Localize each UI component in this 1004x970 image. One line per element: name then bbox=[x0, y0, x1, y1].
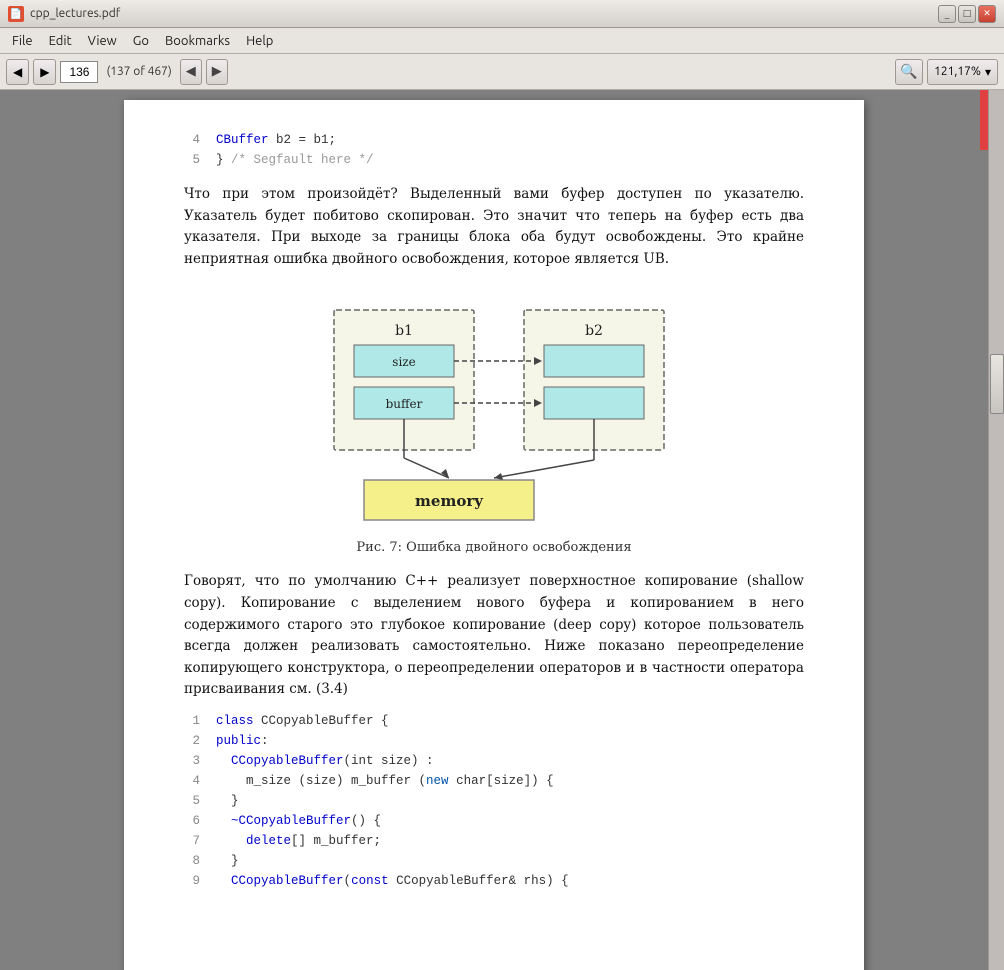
toolbar: ◀ ▶ (137 of 467) ◀ ▶ 🔍 121,17% ▾ bbox=[0, 54, 1004, 90]
menu-view[interactable]: View bbox=[80, 31, 125, 51]
svg-text:memory: memory bbox=[415, 492, 484, 510]
menu-go[interactable]: Go bbox=[125, 31, 157, 51]
app-icon: 📄 bbox=[8, 6, 24, 22]
scroll-thumb[interactable] bbox=[990, 354, 1004, 414]
back-button[interactable]: ◀ bbox=[6, 59, 29, 85]
maximize-button[interactable]: □ bbox=[958, 5, 976, 23]
code-line-b5: 5 } bbox=[184, 791, 804, 811]
menu-bookmarks[interactable]: Bookmarks bbox=[157, 31, 238, 51]
code-line-b3: 3 CCopyableBuffer(int size) : bbox=[184, 751, 804, 771]
scroll-accent bbox=[980, 90, 988, 150]
zoom-control[interactable]: 121,17% ▾ bbox=[927, 59, 998, 85]
svg-text:b2: b2 bbox=[585, 323, 603, 339]
window-title: cpp_lectures.pdf bbox=[30, 7, 938, 20]
svg-text:buffer: buffer bbox=[386, 397, 423, 411]
code-line-b2: 2 public: bbox=[184, 731, 804, 751]
window-controls: _ □ ✕ bbox=[938, 5, 996, 23]
code-line-b4: 4 m_size (size) m_buffer (new char[size]… bbox=[184, 771, 804, 791]
minimize-button[interactable]: _ bbox=[938, 5, 956, 23]
page-document: 4 CBuffer b2 = b1; 5 } /* Segfault here … bbox=[124, 100, 864, 970]
search-button[interactable]: 🔍 bbox=[895, 59, 923, 85]
page-number-input[interactable] bbox=[60, 61, 98, 83]
svg-text:b1: b1 bbox=[395, 323, 413, 339]
diagram-svg: b1 size buffer b2 bbox=[294, 290, 694, 530]
menu-edit[interactable]: Edit bbox=[41, 31, 80, 51]
menu-help[interactable]: Help bbox=[238, 31, 281, 51]
zoom-chevron-icon: ▾ bbox=[985, 65, 991, 79]
paragraph-2: Говорят, что по умолчанию C++ реализует … bbox=[184, 571, 804, 701]
menubar: File Edit View Go Bookmarks Help bbox=[0, 28, 1004, 54]
figure-caption: Рис. 7: Ошибка двойного освобождения bbox=[184, 540, 804, 555]
code-line-b6: 6 ~CCopyableBuffer() { bbox=[184, 811, 804, 831]
svg-text:size: size bbox=[392, 355, 415, 369]
pdf-page[interactable]: 4 CBuffer b2 = b1; 5 } /* Segfault here … bbox=[0, 90, 988, 970]
menu-file[interactable]: File bbox=[4, 31, 41, 51]
page-info: (137 of 467) bbox=[102, 65, 175, 78]
paragraph-1: Что при этом произойдёт? Выделенный вами… bbox=[184, 184, 804, 270]
code-line-5: 5 } /* Segfault here */ bbox=[184, 150, 804, 170]
code-line-b7: 7 delete[] m_buffer; bbox=[184, 831, 804, 851]
code-line-4: 4 CBuffer b2 = b1; bbox=[184, 130, 804, 150]
code-line-b1: 1 class CCopyableBuffer { bbox=[184, 711, 804, 731]
diagram-container: b1 size buffer b2 bbox=[184, 290, 804, 530]
forward-button[interactable]: ▶ bbox=[33, 59, 56, 85]
next-page-button[interactable]: ▶ bbox=[206, 59, 228, 85]
prev-page-button[interactable]: ◀ bbox=[180, 59, 202, 85]
content-area: 4 CBuffer b2 = b1; 5 } /* Segfault here … bbox=[0, 90, 1004, 970]
zoom-label: 121,17% bbox=[934, 65, 981, 78]
titlebar: 📄 cpp_lectures.pdf _ □ ✕ bbox=[0, 0, 1004, 28]
code-block-bottom: 1 class CCopyableBuffer { 2 public: 3 CC… bbox=[184, 711, 804, 891]
close-button[interactable]: ✕ bbox=[978, 5, 996, 23]
code-line-b9: 9 CCopyableBuffer(const CCopyableBuffer&… bbox=[184, 871, 804, 891]
code-line-b8: 8 } bbox=[184, 851, 804, 871]
code-block-top: 4 CBuffer b2 = b1; 5 } /* Segfault here … bbox=[184, 130, 804, 170]
vertical-scrollbar[interactable] bbox=[988, 90, 1004, 970]
